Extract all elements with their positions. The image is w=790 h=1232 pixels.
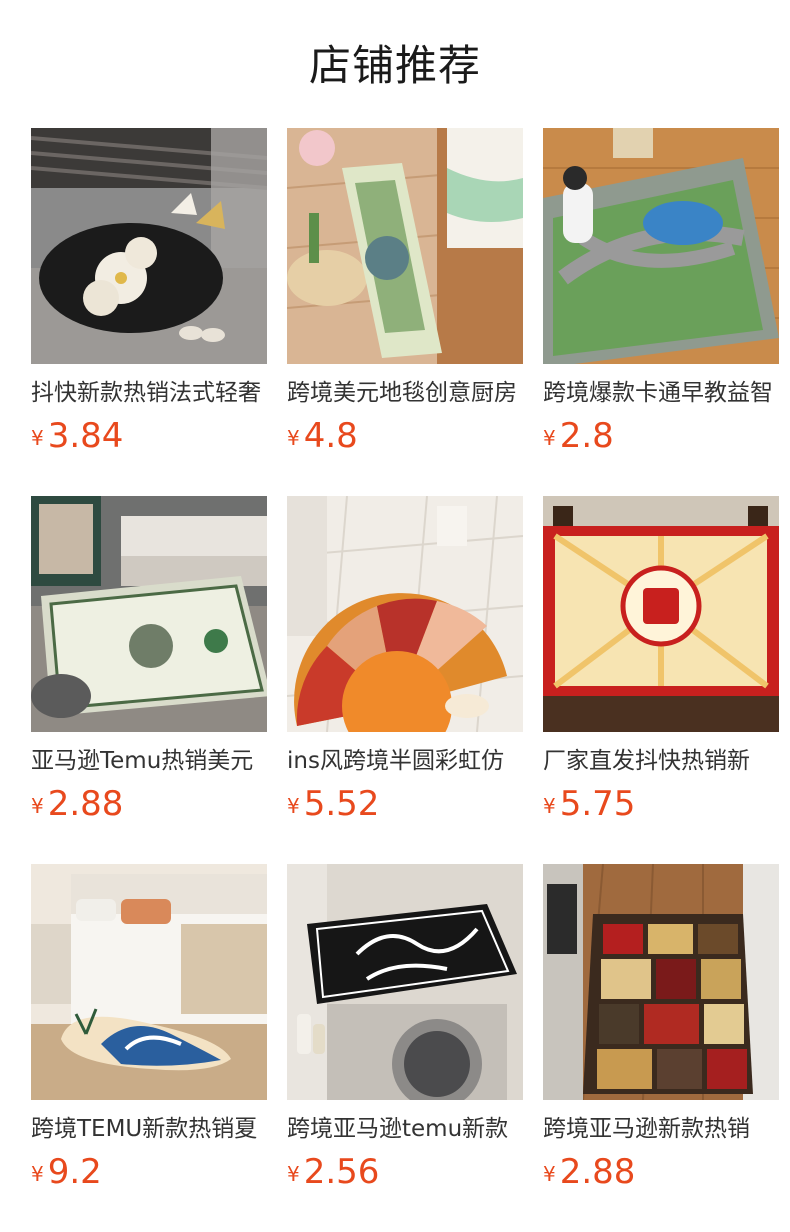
price-amount: 4.8 <box>303 416 358 456</box>
product-price: ¥2.56 <box>287 1152 379 1192</box>
banknote-runner-rug-image <box>287 128 523 364</box>
currency-symbol: ¥ <box>31 794 44 818</box>
product-image[interactable] <box>287 864 523 1100</box>
product-image[interactable] <box>287 128 523 364</box>
price-amount: 2.88 <box>559 1152 636 1192</box>
price-amount: 2.8 <box>559 416 614 456</box>
product-price: ¥9.2 <box>31 1152 102 1192</box>
product-price: ¥4.8 <box>287 416 358 456</box>
product-image[interactable] <box>31 864 267 1100</box>
product-name[interactable]: 跨境亚马逊temu新款 <box>287 1113 523 1145</box>
product-card[interactable]: 跨境美元地毯创意厨房 ¥4.8 <box>287 128 523 456</box>
product-image[interactable] <box>287 496 523 732</box>
product-card[interactable]: 厂家直发抖快热销新 ¥5.75 <box>543 496 779 824</box>
product-price: ¥2.8 <box>543 416 614 456</box>
product-image[interactable] <box>31 128 267 364</box>
page-title: 店铺推荐 <box>308 41 481 90</box>
price-amount: 3.84 <box>47 416 124 456</box>
product-card[interactable]: 跨境TEMU新款热销夏 ¥9.2 <box>31 864 267 1192</box>
product-card[interactable]: ins风跨境半圆彩虹仿 ¥5.52 <box>287 496 523 824</box>
product-name[interactable]: 跨境亚马逊新款热销 <box>543 1113 779 1145</box>
product-name[interactable]: 厂家直发抖快热销新 <box>543 745 779 777</box>
kids-road-map-rug-image <box>543 128 779 364</box>
mahjong-table-mat-image <box>543 496 779 732</box>
butterfly-flower-mat-image <box>31 128 267 364</box>
product-name[interactable]: 跨境TEMU新款热销夏 <box>31 1113 267 1145</box>
laundry-room-cover-image <box>287 864 523 1100</box>
patchwork-runner-rug-image <box>543 864 779 1100</box>
product-price: ¥2.88 <box>543 1152 635 1192</box>
product-price: ¥5.52 <box>287 784 379 824</box>
product-name[interactable]: ins风跨境半圆彩虹仿 <box>287 745 523 777</box>
product-card[interactable]: 跨境亚马逊temu新款 ¥2.56 <box>287 864 523 1192</box>
price-amount: 9.2 <box>47 1152 102 1192</box>
product-price: ¥5.75 <box>543 784 635 824</box>
rainbow-half-circle-mat-image <box>287 496 523 732</box>
product-price: ¥2.88 <box>31 784 123 824</box>
price-amount: 2.56 <box>303 1152 380 1192</box>
product-card[interactable]: 抖快新款热销法式轻奢 ¥3.84 <box>31 128 267 456</box>
product-image[interactable] <box>543 128 779 364</box>
product-image[interactable] <box>31 496 267 732</box>
currency-symbol: ¥ <box>287 426 300 450</box>
product-card[interactable]: 亚马逊Temu热销美元 ¥2.88 <box>31 496 267 824</box>
currency-symbol: ¥ <box>543 794 556 818</box>
product-name[interactable]: 抖快新款热销法式轻奢 <box>31 377 267 409</box>
product-name[interactable]: 跨境美元地毯创意厨房 <box>287 377 523 409</box>
currency-symbol: ¥ <box>287 1162 300 1186</box>
product-card[interactable]: 跨境亚马逊新款热销 ¥2.88 <box>543 864 779 1192</box>
product-name[interactable]: 跨境爆款卡通早教益智 <box>543 377 779 409</box>
currency-symbol: ¥ <box>543 1162 556 1186</box>
product-name[interactable]: 亚马逊Temu热销美元 <box>31 745 267 777</box>
currency-symbol: ¥ <box>31 426 44 450</box>
product-image[interactable] <box>543 864 779 1100</box>
currency-symbol: ¥ <box>31 1162 44 1186</box>
product-card[interactable]: 跨境爆款卡通早教益智 ¥2.8 <box>543 128 779 456</box>
product-price: ¥3.84 <box>31 416 123 456</box>
currency-symbol: ¥ <box>287 794 300 818</box>
surfboard-wave-rug-image <box>31 864 267 1100</box>
currency-symbol: ¥ <box>543 426 556 450</box>
price-amount: 5.52 <box>303 784 380 824</box>
product-image[interactable] <box>543 496 779 732</box>
dollar-bill-rug-image <box>31 496 267 732</box>
price-amount: 5.75 <box>559 784 636 824</box>
price-amount: 2.88 <box>47 784 124 824</box>
